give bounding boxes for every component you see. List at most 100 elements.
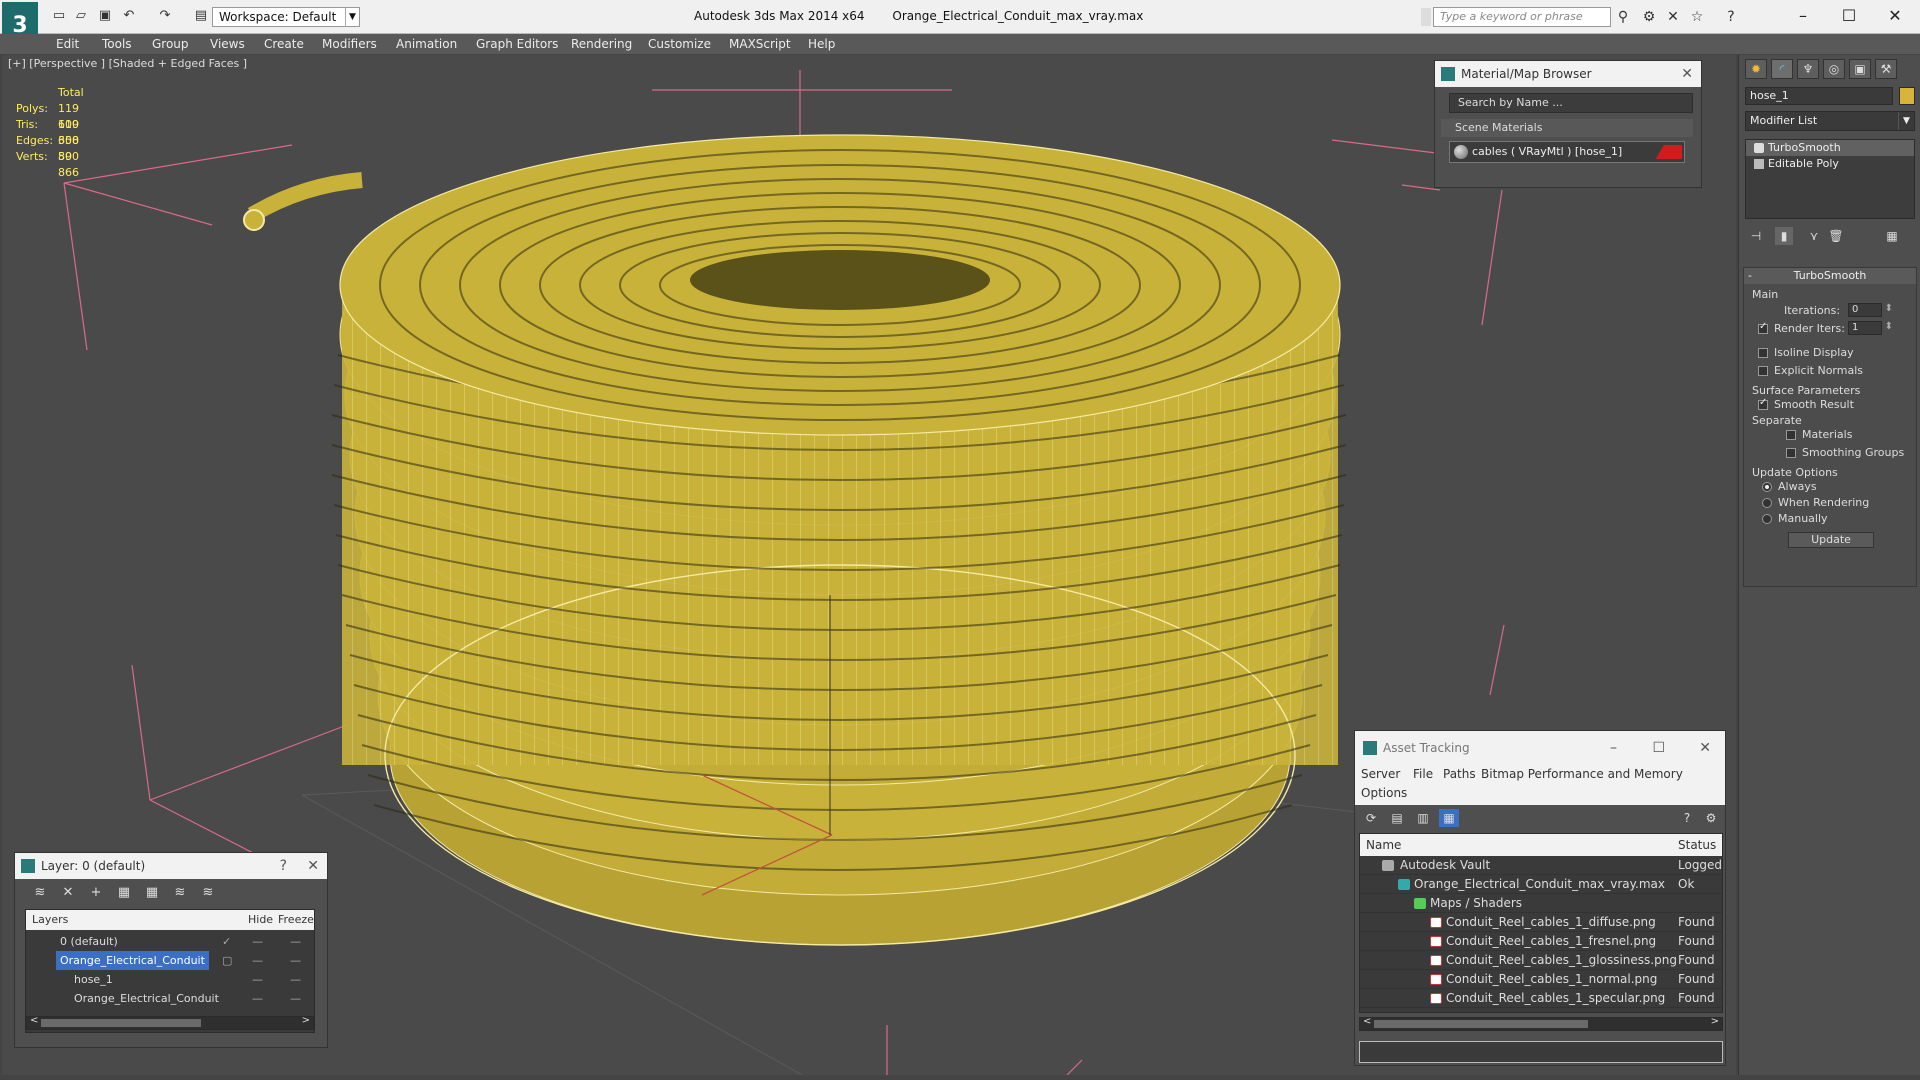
- modifier-list-dropdown[interactable]: Modifier List ▼: [1745, 111, 1915, 131]
- minimize-button[interactable]: –: [1780, 4, 1826, 28]
- scroll-left-icon[interactable]: <: [1363, 1016, 1371, 1027]
- render-iters-spinner[interactable]: 1: [1848, 321, 1893, 335]
- detail-view-icon[interactable]: ▥: [1413, 809, 1433, 827]
- manually-radio[interactable]: [1762, 514, 1772, 524]
- hide-toggle[interactable]: —: [252, 970, 263, 989]
- perspective-viewport[interactable]: [+] [Perspective ] [Shaded + Edged Faces…: [2, 55, 1736, 1075]
- column-status[interactable]: Status: [1678, 838, 1716, 852]
- menu-customize[interactable]: Customize: [648, 37, 711, 51]
- menu-rendering[interactable]: Rendering: [571, 37, 632, 51]
- project-folder-icon[interactable]: ▤: [192, 8, 210, 24]
- search-input[interactable]: Type a keyword or phrase: [1433, 7, 1611, 27]
- select-in-layer-icon[interactable]: ▦: [113, 883, 135, 903]
- configure-sets-icon[interactable]: ▦: [1883, 227, 1901, 245]
- display-tab-icon[interactable]: ▣: [1849, 59, 1871, 79]
- isoline-checkbox[interactable]: [1758, 348, 1768, 358]
- materials-checkbox[interactable]: [1786, 430, 1796, 440]
- layer-row[interactable]: Orange_Electrical_Conduit ▢ — —: [26, 951, 314, 970]
- scroll-thumb[interactable]: [41, 1019, 201, 1027]
- object-name-field[interactable]: hose_1: [1745, 87, 1893, 105]
- freeze-toggle[interactable]: —: [290, 932, 301, 951]
- pin-stack-icon[interactable]: ⊣: [1747, 227, 1765, 245]
- menu-modifiers[interactable]: Modifiers: [322, 37, 377, 51]
- asset-path-field[interactable]: [1359, 1041, 1723, 1063]
- hide-toggle[interactable]: —: [252, 932, 263, 951]
- menu-bitmap-performance[interactable]: Bitmap Performance and Memory: [1481, 767, 1683, 781]
- undo-icon[interactable]: ↶: [120, 8, 138, 24]
- close-button[interactable]: ✕: [1872, 4, 1918, 28]
- remove-modifier-icon[interactable]: 🗑: [1827, 227, 1845, 245]
- new-layer-icon[interactable]: ≋: [29, 883, 51, 903]
- menu-graph-editors[interactable]: Graph Editors: [476, 37, 558, 51]
- open-file-icon[interactable]: ▱: [72, 8, 90, 24]
- hierarchy-tab-icon[interactable]: ♆: [1797, 59, 1819, 79]
- scroll-right-icon[interactable]: >: [302, 1015, 310, 1026]
- asset-row[interactable]: Autodesk Vault Logged: [1360, 856, 1722, 875]
- iterations-spinner[interactable]: 0: [1848, 303, 1893, 317]
- lightbulb-icon[interactable]: [1754, 143, 1764, 153]
- save-icon[interactable]: ▣: [96, 8, 114, 24]
- viewport-label[interactable]: [+] [Perspective ] [Shaded + Edged Faces…: [8, 57, 247, 70]
- close-icon[interactable]: ✕: [1699, 731, 1711, 765]
- column-name[interactable]: Name: [1366, 838, 1401, 852]
- current-layer-box[interactable]: ▢: [222, 951, 232, 970]
- show-end-result-icon[interactable]: ▮: [1775, 227, 1793, 245]
- layer-row[interactable]: Orange_Electrical_Conduit — —: [26, 989, 314, 1008]
- hide-toggle[interactable]: —: [252, 989, 263, 1008]
- make-unique-icon[interactable]: ⋎: [1805, 227, 1823, 245]
- asset-row[interactable]: Orange_Electrical_Conduit_max_vray.max O…: [1360, 875, 1722, 894]
- close-icon[interactable]: ✕: [1681, 61, 1693, 87]
- column-freeze[interactable]: Freeze: [278, 913, 314, 926]
- layer-horizontal-scrollbar[interactable]: < >: [26, 1015, 314, 1030]
- add-to-layer-icon[interactable]: +: [85, 883, 107, 903]
- rollout-header[interactable]: - TurboSmooth: [1744, 268, 1916, 284]
- workspace-dropdown[interactable]: Workspace: Default ▼: [212, 7, 360, 27]
- smooth-result-checkbox[interactable]: [1758, 397, 1768, 410]
- render-iters-checkbox[interactable]: [1758, 321, 1768, 334]
- stack-item-turbosmooth[interactable]: TurboSmooth: [1746, 140, 1914, 156]
- scroll-right-icon[interactable]: >: [1711, 1016, 1719, 1027]
- freeze-toggle[interactable]: —: [290, 951, 301, 970]
- refresh-icon[interactable]: ⟳: [1361, 809, 1381, 827]
- asset-row[interactable]: Conduit_Reel_cables_1_normal.png Found: [1360, 970, 1722, 989]
- material-item[interactable]: cables ( VRayMtl ) [hose_1]: [1449, 141, 1685, 163]
- menu-options[interactable]: Options: [1361, 786, 1407, 800]
- motion-tab-icon[interactable]: ◎: [1823, 59, 1845, 79]
- hide-all-icon[interactable]: ≋: [169, 883, 191, 903]
- maximize-icon[interactable]: ☐: [1652, 731, 1665, 765]
- asset-row[interactable]: Maps / Shaders: [1360, 894, 1722, 913]
- stack-item-editable-poly[interactable]: Editable Poly: [1746, 156, 1914, 172]
- column-hide[interactable]: Hide: [248, 913, 273, 926]
- smoothing-groups-checkbox[interactable]: [1786, 448, 1796, 458]
- close-icon[interactable]: ✕: [307, 853, 319, 879]
- modify-tab-icon[interactable]: ◜: [1771, 59, 1793, 79]
- update-button[interactable]: Update: [1788, 532, 1874, 548]
- redo-icon[interactable]: ↷: [156, 8, 174, 24]
- maximize-button[interactable]: ☐: [1826, 4, 1872, 28]
- hide-toggle[interactable]: —: [252, 951, 263, 970]
- menu-create[interactable]: Create: [264, 37, 304, 51]
- expand-icon[interactable]: [1754, 159, 1764, 169]
- freeze-toggle[interactable]: —: [290, 970, 301, 989]
- options-icon[interactable]: ⚙: [1701, 809, 1721, 827]
- favorites-icon[interactable]: ☆: [1688, 9, 1706, 25]
- exchange-icon[interactable]: ✕: [1664, 9, 1682, 25]
- list-view-icon[interactable]: ▤: [1387, 809, 1407, 827]
- scene-materials-section[interactable]: Scene Materials: [1441, 119, 1693, 137]
- freeze-all-icon[interactable]: ≋: [197, 883, 219, 903]
- asset-row[interactable]: Conduit_Reel_cables_1_specular.png Found: [1360, 989, 1722, 1008]
- scroll-thumb[interactable]: [1374, 1020, 1588, 1028]
- help-icon[interactable]: ?: [1722, 9, 1740, 25]
- menu-server[interactable]: Server: [1361, 767, 1400, 781]
- highlight-layer-icon[interactable]: ▦: [141, 883, 163, 903]
- current-layer-check-icon[interactable]: ✓: [222, 932, 231, 951]
- new-file-icon[interactable]: ▭: [50, 8, 68, 24]
- delete-layer-icon[interactable]: ✕: [57, 883, 79, 903]
- utilities-tab-icon[interactable]: ⚒: [1875, 59, 1897, 79]
- always-radio[interactable]: [1762, 482, 1772, 492]
- when-rendering-radio[interactable]: [1762, 498, 1772, 508]
- help-icon[interactable]: ?: [1677, 809, 1697, 827]
- layer-row[interactable]: hose_1 — —: [26, 970, 314, 989]
- explicit-normals-checkbox[interactable]: [1758, 366, 1768, 376]
- help-icon[interactable]: ?: [280, 853, 287, 879]
